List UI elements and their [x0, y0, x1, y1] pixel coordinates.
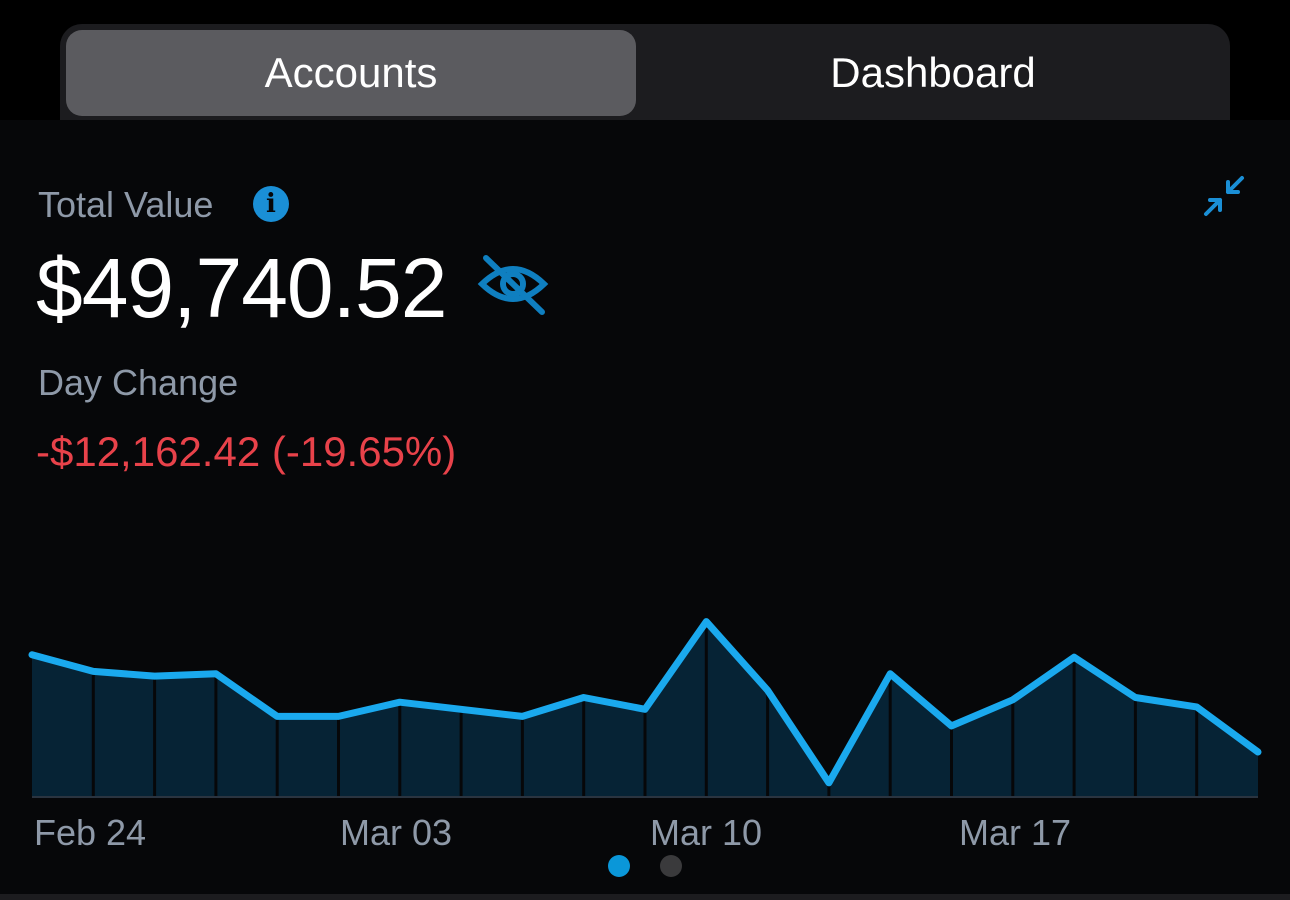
tab-dashboard[interactable]: Dashboard	[642, 30, 1224, 116]
value-chart[interactable]	[0, 540, 1290, 810]
day-change-value: -$12,162.42 (-19.65%)	[36, 428, 457, 475]
top-bar: Accounts Dashboard	[0, 0, 1290, 120]
x-tick-label: Feb 24	[34, 812, 147, 853]
page-indicator-dot[interactable]	[660, 855, 682, 877]
collapse-icon[interactable]	[1200, 172, 1248, 220]
eye-slash-icon[interactable]	[476, 250, 550, 320]
x-tick-label: Mar 17	[959, 812, 1072, 853]
page-indicator-dot[interactable]	[608, 855, 630, 877]
total-value-label: Total Value	[38, 184, 214, 225]
info-icon[interactable]: i	[253, 186, 289, 222]
bottom-divider	[0, 894, 1290, 900]
x-tick-label: Mar 10	[650, 812, 763, 853]
x-tick-label: Mar 03	[340, 812, 453, 853]
view-segmented-control: Accounts Dashboard	[60, 24, 1230, 120]
tab-accounts[interactable]: Accounts	[66, 30, 636, 116]
total-value: $49,740.52	[36, 241, 447, 335]
day-change-label: Day Change	[38, 362, 239, 403]
